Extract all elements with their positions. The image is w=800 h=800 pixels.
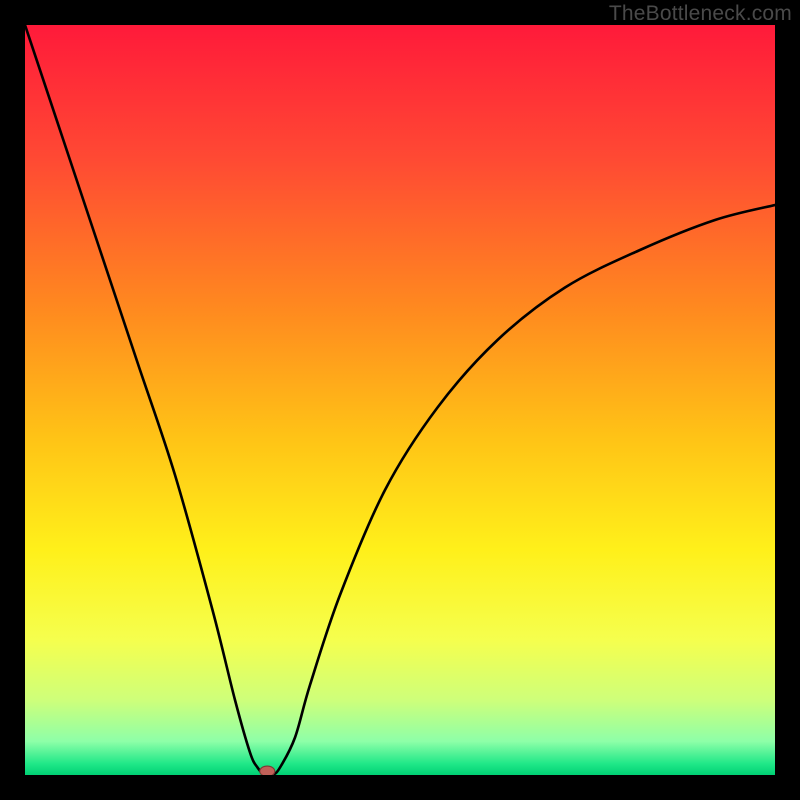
watermark-text: TheBottleneck.com bbox=[609, 2, 792, 26]
plot-area bbox=[25, 25, 775, 775]
background-gradient bbox=[25, 25, 775, 775]
chart-frame: TheBottleneck.com bbox=[0, 0, 800, 800]
